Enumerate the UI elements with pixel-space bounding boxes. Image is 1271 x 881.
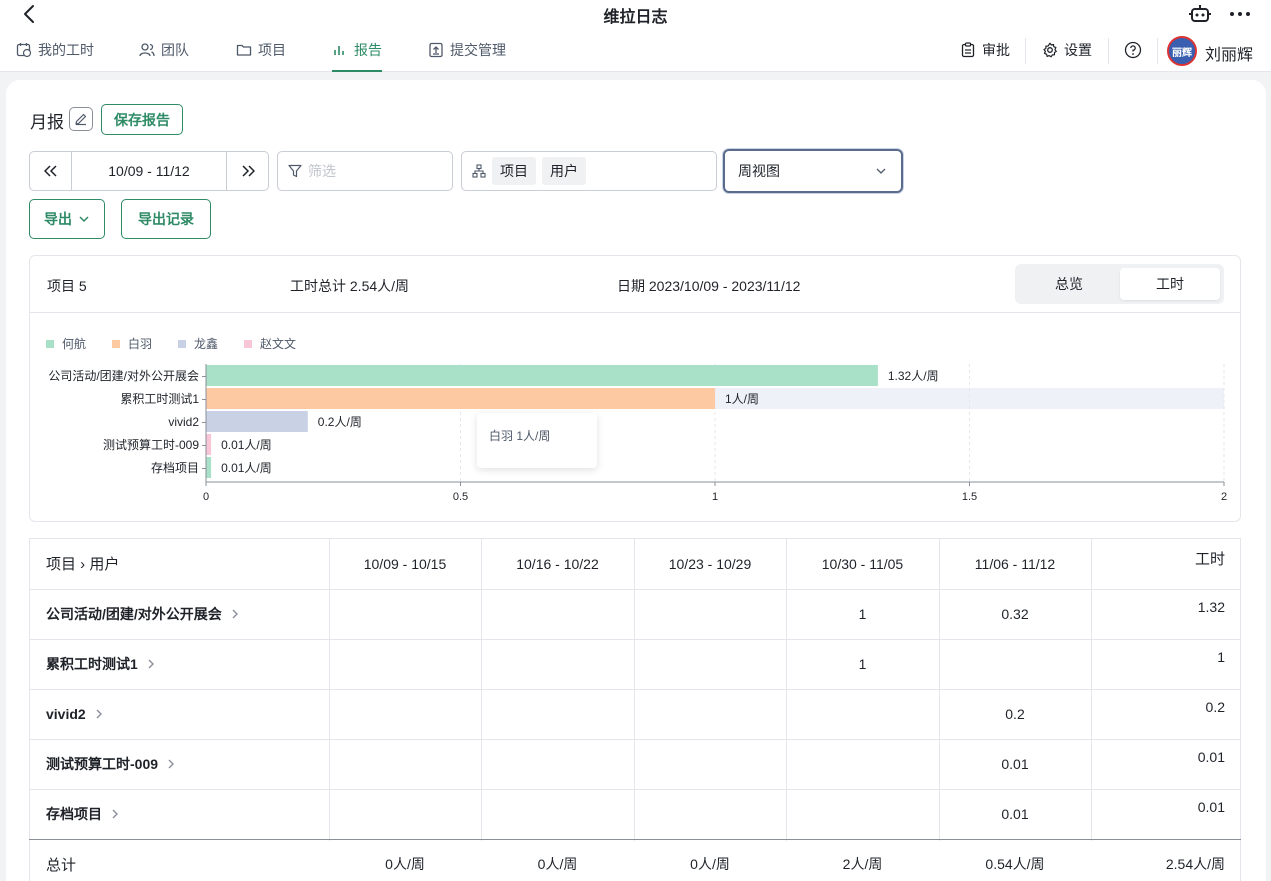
- table-row-label[interactable]: 测试预算工时-009: [46, 739, 176, 789]
- total-cell: 0人/周: [537, 856, 578, 872]
- table-cell: [634, 789, 786, 839]
- table-cell: 1: [858, 656, 867, 672]
- table-cell: [481, 789, 634, 839]
- row-label-text: 公司活动/团建/对外公开展会: [46, 606, 222, 622]
- table-header-cell: 11/06 - 11/12: [974, 555, 1056, 572]
- table-cell: [329, 739, 481, 789]
- table-cell: [481, 639, 634, 689]
- category-label: 存档项目: [151, 461, 199, 475]
- table-cell: [481, 689, 634, 739]
- table-cell: 1: [858, 606, 867, 622]
- table-cell: [634, 639, 786, 689]
- row-label-text: 测试预算工时-009: [46, 756, 159, 772]
- bar: [206, 457, 212, 478]
- bar: [206, 365, 878, 386]
- table-cell: 0.2: [1205, 699, 1225, 715]
- bar-value-label: 0.01人/周: [221, 438, 272, 452]
- total-label: 总计: [46, 856, 77, 874]
- category-label: 累积工时测试1: [120, 391, 199, 406]
- table-header-cell: 工时: [1194, 551, 1225, 568]
- table-cell: 1.32: [1197, 599, 1225, 615]
- total-cell: 0人/周: [385, 856, 425, 872]
- total-cell: 2人/周: [842, 856, 883, 872]
- table-row-label[interactable]: 累积工时测试1: [46, 639, 156, 689]
- x-tick-label: 0: [203, 491, 209, 503]
- table-cell: 1: [1217, 649, 1225, 665]
- chevron-right-icon: [168, 759, 175, 769]
- table-cell: [786, 739, 939, 789]
- bar: [206, 411, 308, 432]
- category-label: vivid2: [168, 415, 199, 429]
- table-cell: 0.01: [1001, 756, 1029, 772]
- table-cell: 0.2: [1005, 706, 1025, 722]
- legend-label: 白羽: [128, 336, 152, 351]
- table-cell: [786, 789, 939, 839]
- bar-value-label: 1.32人/周: [888, 369, 939, 383]
- table-cell: [481, 739, 634, 789]
- chart-tooltip: 白羽 1人/周: [477, 413, 597, 468]
- chevron-right-icon: [96, 709, 102, 719]
- chevron-right-icon: [112, 809, 118, 819]
- table-cell: [786, 689, 939, 739]
- legend-label: 赵文文: [260, 336, 296, 351]
- x-tick-label: 0.5: [453, 491, 468, 503]
- total-cell: 0人/周: [690, 856, 730, 872]
- legend-swatch: [244, 340, 252, 348]
- row-label-text: vivid2: [46, 706, 86, 722]
- category-label: 公司活动/团建/对外公开展会: [48, 369, 199, 383]
- table-cell: 0.32: [1001, 606, 1029, 622]
- total-cell: 0.54人/周: [985, 856, 1045, 872]
- table-header-cell: 10/09 - 10/15: [363, 555, 447, 572]
- table-cell: [634, 689, 786, 739]
- x-tick-label: 2: [1221, 491, 1227, 503]
- x-tick-label: 1.5: [962, 491, 977, 503]
- table-row-label[interactable]: vivid2: [46, 689, 104, 739]
- table-cell: [329, 639, 481, 689]
- table-cell: [481, 589, 634, 639]
- legend-label: 何航: [62, 336, 86, 351]
- table-header-first: 项目 › 用户: [46, 556, 120, 573]
- row-label-text: 存档项目: [46, 806, 102, 822]
- total-cell: 2.54人/周: [1165, 856, 1225, 872]
- row-label-text: 累积工时测试1: [46, 656, 138, 672]
- bar: [206, 434, 212, 455]
- chevron-right-icon: [232, 609, 238, 619]
- table-cell: [329, 589, 481, 639]
- bar-value-label: 0.01人/周: [221, 461, 272, 475]
- table-cell: [329, 789, 481, 839]
- table-row-label[interactable]: 存档项目: [46, 789, 120, 839]
- chevron-right-icon: [148, 659, 154, 669]
- table-cell: 0.01: [1197, 749, 1225, 765]
- bar-value-label: 1人/周: [725, 392, 759, 406]
- table-header-cell: 10/23 - 10/29: [668, 555, 752, 572]
- table-row-label[interactable]: 公司活动/团建/对外公开展会: [46, 589, 240, 639]
- table-cell: [939, 639, 1091, 689]
- table-cell: [634, 739, 786, 789]
- legend-swatch: [46, 340, 54, 348]
- table-cell: 0.01: [1197, 799, 1225, 815]
- table-header-cell: 10/16 - 10/22: [516, 555, 599, 572]
- x-tick-label: 1: [712, 491, 718, 503]
- table-cell: [329, 689, 481, 739]
- legend-swatch: [178, 340, 186, 348]
- bar: [206, 388, 715, 409]
- category-label: 测试预算工时-009: [103, 437, 199, 452]
- bar-value-label: 0.2人/周: [318, 415, 362, 429]
- table-cell: 0.01: [1001, 806, 1029, 822]
- legend-swatch: [112, 340, 120, 348]
- table-cell: [634, 589, 786, 639]
- table-header-cell: 10/30 - 11/05: [821, 555, 904, 572]
- legend-label: 龙鑫: [194, 336, 218, 351]
